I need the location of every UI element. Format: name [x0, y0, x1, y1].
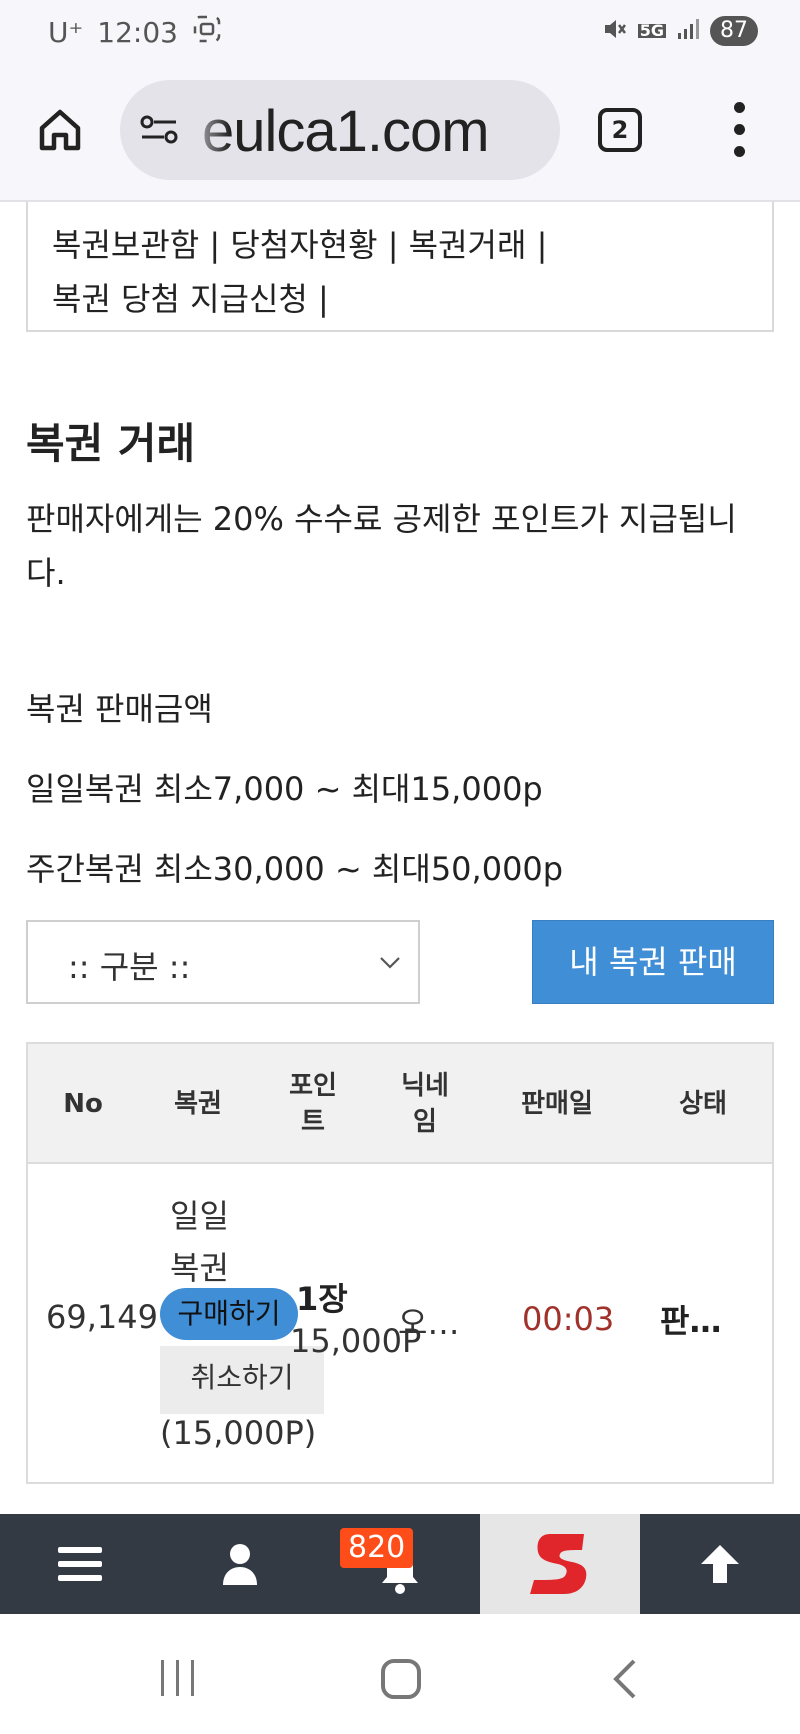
- cell-type: 일일 복권: [170, 1197, 229, 1287]
- page-content: 복권보관함 | 당첨자현황 | 복권거래 | 복권 당첨 지급신청 | 복권 거…: [0, 202, 800, 1514]
- trade-table: No 복권 포인 트 닉네 임 판매일 상태 69,149 일일 복권 취소하기…: [26, 1042, 774, 1484]
- chevron-down-icon: [380, 957, 400, 969]
- nav-link-payout-request[interactable]: 복권 당첨 지급신청: [52, 280, 308, 318]
- cell-no: 69,149: [46, 1298, 158, 1336]
- col-no: No: [63, 1089, 103, 1119]
- system-navigation-bar: [0, 1614, 800, 1734]
- nav-link-winners[interactable]: 당첨자현황: [230, 226, 377, 264]
- table-header: No 복권 포인 트 닉네 임 판매일 상태: [28, 1044, 772, 1164]
- notification-badge: 820: [340, 1528, 414, 1568]
- address-bar[interactable]: eulca1.com: [120, 80, 560, 180]
- price-label: 복권 판매금액: [26, 690, 213, 728]
- col-date: 판매일: [521, 1089, 593, 1119]
- bottom-toolbar: 820: [0, 1514, 800, 1614]
- nav-link-trade[interactable]: 복권거래: [409, 226, 527, 264]
- signal-icon: [676, 17, 700, 45]
- status-bar: U⁺ 12:03 5G 87: [0, 0, 800, 64]
- cell-nickname: 오…: [398, 1304, 460, 1342]
- page-title: 복권 거래: [26, 419, 196, 468]
- nav-link-lottery-storage[interactable]: 복권보관함: [52, 226, 199, 264]
- more-menu-icon[interactable]: [728, 102, 752, 158]
- weekly-price-range: 주간복권 최소30,000 ~ 최대50,000p: [26, 850, 564, 888]
- back-icon[interactable]: [610, 1658, 640, 1700]
- user-icon: [223, 1544, 257, 1585]
- col-status: 상태: [679, 1089, 727, 1119]
- category-select[interactable]: :: 구분 ::: [26, 920, 420, 1004]
- site-settings-icon[interactable]: [138, 110, 182, 150]
- home-button[interactable]: [30, 102, 90, 158]
- col-nickname: 닉네 임: [401, 1071, 449, 1137]
- cell-date: 00:03: [522, 1300, 615, 1338]
- menu-button[interactable]: [0, 1514, 160, 1614]
- cell-count: 1장: [296, 1280, 348, 1318]
- col-points: 포인 트: [289, 1071, 337, 1137]
- lottery-nav-box: 복권보관함 | 당첨자현황 | 복권거래 | 복권 당첨 지급신청 |: [26, 202, 774, 332]
- nav-separator: |: [209, 226, 221, 264]
- cell-status: 판…: [660, 1302, 722, 1340]
- home-icon: [39, 109, 81, 151]
- network-label: 5G: [637, 21, 666, 40]
- daily-price-range: 일일복권 최소7,000 ~ 최대15,000p: [26, 770, 543, 808]
- nav-separator: |: [536, 226, 548, 264]
- nav-separator: |: [318, 280, 329, 318]
- browser-toolbar: eulca1.com 2: [0, 64, 800, 202]
- arrow-up-icon: [701, 1545, 739, 1583]
- fee-description: 판매자에게는 20% 수수료 공제한 포인트가 지급됩니다.: [26, 500, 737, 592]
- battery-indicator: 87: [710, 16, 758, 46]
- network-5g-icon: 5G: [637, 21, 666, 40]
- site-logo-button[interactable]: [480, 1514, 640, 1614]
- scroll-top-button[interactable]: [640, 1514, 800, 1614]
- nav-separator: |: [387, 226, 399, 264]
- carrier-label: U⁺: [48, 16, 84, 49]
- category-select-value: :: 구분 ::: [68, 948, 191, 986]
- home-nav-icon[interactable]: [380, 1658, 422, 1700]
- screenshot-icon: [192, 14, 222, 51]
- cell-price-note: (15,000P): [160, 1414, 317, 1452]
- buy-button[interactable]: 구매하기: [160, 1288, 298, 1340]
- url-fade: [182, 80, 230, 180]
- hamburger-menu-icon: [58, 1547, 102, 1581]
- sell-my-lottery-button[interactable]: 내 복권 판매: [532, 920, 774, 1004]
- recent-apps-icon[interactable]: [158, 1658, 198, 1698]
- profile-button[interactable]: [160, 1514, 320, 1614]
- url-text: eulca1.com: [202, 99, 490, 164]
- clock: 12:03: [97, 16, 178, 49]
- site-logo-icon: [530, 1534, 587, 1594]
- table-row: 69,149 일일 복권 취소하기 구매하기 (15,000P) 1장 15,0…: [28, 1164, 772, 1484]
- tab-switcher-button[interactable]: 2: [598, 108, 642, 152]
- col-type: 복권: [174, 1089, 222, 1119]
- mute-icon: [602, 16, 628, 46]
